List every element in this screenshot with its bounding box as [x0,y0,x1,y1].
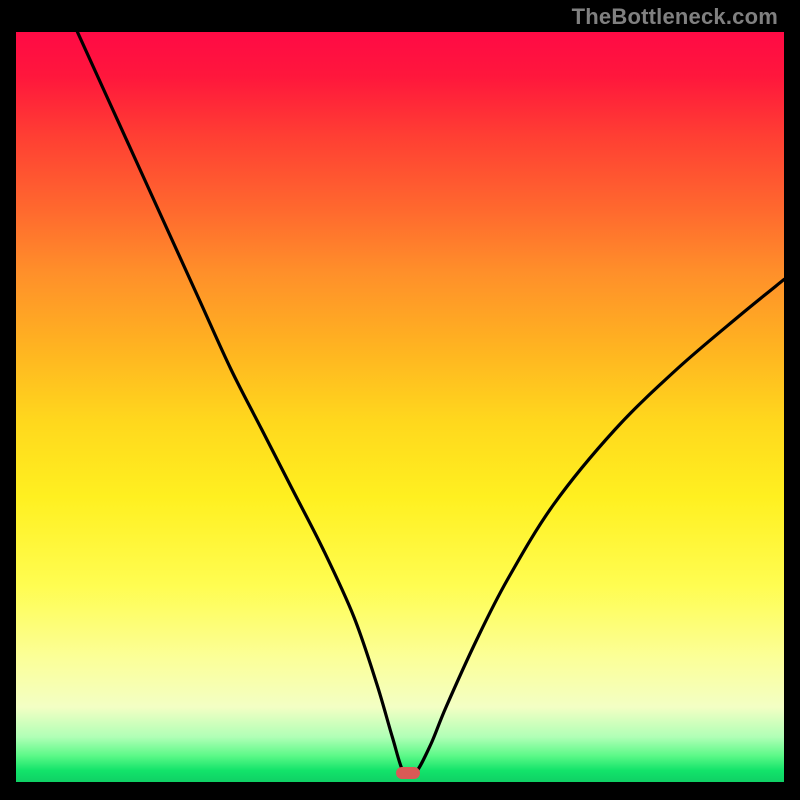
watermark-text: TheBottleneck.com [572,4,778,30]
chart-frame: TheBottleneck.com [0,0,800,800]
minimum-marker [396,767,420,779]
bottleneck-curve [16,32,784,782]
plot-area [16,32,784,782]
